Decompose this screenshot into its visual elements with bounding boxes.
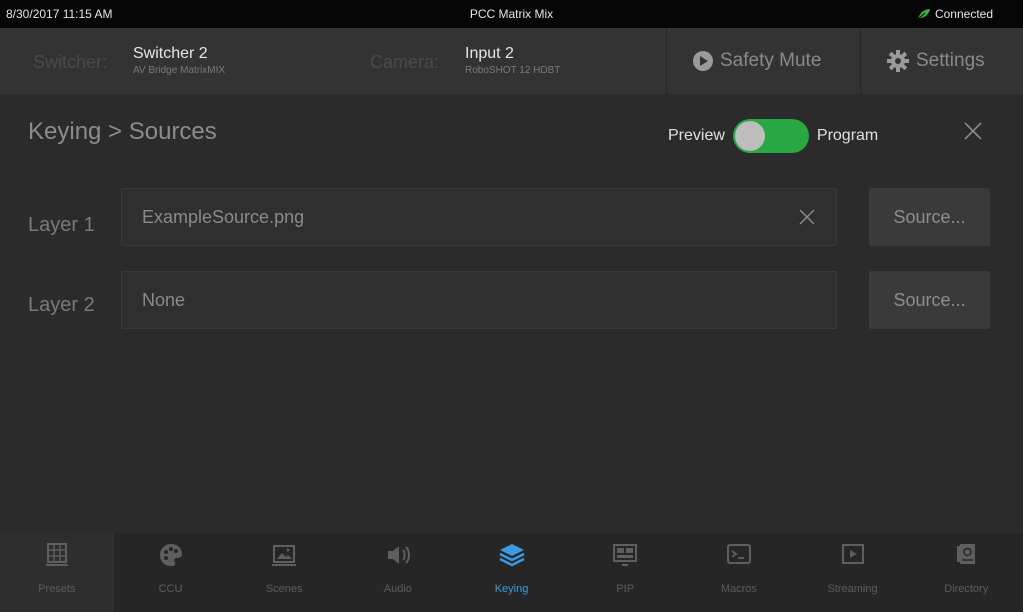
nav-keying[interactable]: Keying — [455, 533, 569, 612]
layer-1-field[interactable]: ExampleSource.png — [121, 188, 837, 246]
play-circle-icon — [693, 51, 713, 71]
layer-1-label: Layer 1 — [28, 214, 95, 236]
clear-icon[interactable] — [798, 208, 816, 226]
switcher-name: Switcher 2 — [133, 45, 208, 62]
palette-icon — [159, 544, 182, 566]
nav-directory[interactable]: Directory — [909, 533, 1023, 612]
app-title: PCC Matrix Mix — [469, 7, 554, 21]
speaker-icon — [387, 546, 410, 564]
camera-name: Input 2 — [465, 45, 514, 62]
preview-program-toggle[interactable] — [732, 119, 809, 153]
toggle-knob — [734, 121, 765, 151]
app-root: 8/30/2017 11:15 AM PCC Matrix Mix Connec… — [0, 0, 1023, 612]
nav-label: Streaming — [827, 583, 878, 595]
status-bar: 8/30/2017 11:15 AM PCC Matrix Mix Connec… — [0, 0, 1023, 28]
terminal-icon — [726, 544, 751, 564]
play-box-icon — [841, 544, 864, 564]
switcher-selector[interactable]: Switcher: Switcher 2 AV Bridge MatrixMIX — [0, 28, 330, 94]
layer-1-value: ExampleSource.png — [142, 207, 305, 227]
page-title: Keying > Sources — [28, 118, 217, 145]
layer-1-source-button[interactable]: Source... — [869, 188, 990, 246]
header-divider — [860, 28, 861, 94]
settings-button[interactable]: Settings — [886, 28, 985, 94]
layer-2-value: None — [142, 290, 186, 310]
nav-label: CCU — [158, 583, 183, 595]
nav-pip[interactable]: PIP — [568, 533, 682, 612]
close-icon[interactable] — [962, 120, 984, 142]
safety-mute-label: Safety Mute — [720, 50, 822, 71]
pip-icon — [613, 544, 638, 566]
nav-label: Audio — [383, 583, 412, 595]
settings-label: Settings — [916, 50, 985, 71]
nav-macros[interactable]: Macros — [682, 533, 796, 612]
connection-status: Connected — [917, 7, 993, 21]
nav-scenes[interactable]: Scenes — [227, 533, 341, 612]
nav-label: Directory — [944, 583, 989, 595]
nav-streaming[interactable]: Streaming — [796, 533, 910, 612]
camera-model: RoboSHOT 12 HDBT — [465, 65, 561, 76]
scene-image-icon — [272, 545, 297, 566]
nav-ccu[interactable]: CCU — [114, 533, 228, 612]
header-divider — [666, 28, 667, 94]
program-label: Program — [816, 127, 879, 144]
nav-label: Presets — [38, 583, 76, 595]
nav-label: PIP — [616, 583, 635, 595]
bottom-nav: Presets CCU Scenes Audio Keying PIP Macr… — [0, 533, 1023, 612]
layer-2-field[interactable]: None — [121, 271, 837, 329]
layer-2-source-button[interactable]: Source... — [869, 271, 990, 329]
camera-selector[interactable]: Camera: Input 2 RoboSHOT 12 HDBT — [360, 28, 660, 94]
preview-program-switch: Preview Program — [668, 118, 878, 154]
directory-icon — [957, 544, 976, 564]
nav-presets[interactable]: Presets — [0, 533, 114, 612]
nav-label: Macros — [720, 583, 757, 595]
layer-2-label: Layer 2 — [28, 294, 95, 316]
connection-label: Connected — [934, 7, 993, 21]
camera-label: Camera: — [370, 52, 440, 72]
layers-icon — [498, 544, 525, 567]
gear-icon — [887, 50, 909, 72]
switcher-label: Switcher: — [33, 52, 108, 72]
nav-label: Scenes — [265, 583, 303, 595]
leaf-icon — [917, 9, 930, 20]
switcher-model: AV Bridge MatrixMIX — [133, 65, 226, 76]
header-bar: Switcher: Switcher 2 AV Bridge MatrixMIX… — [0, 28, 1023, 94]
presets-grid-icon — [45, 543, 68, 566]
safety-mute-button[interactable]: Safety Mute — [692, 28, 821, 94]
nav-audio[interactable]: Audio — [341, 533, 455, 612]
preview-label: Preview — [668, 127, 725, 144]
nav-label: Keying — [494, 583, 529, 595]
